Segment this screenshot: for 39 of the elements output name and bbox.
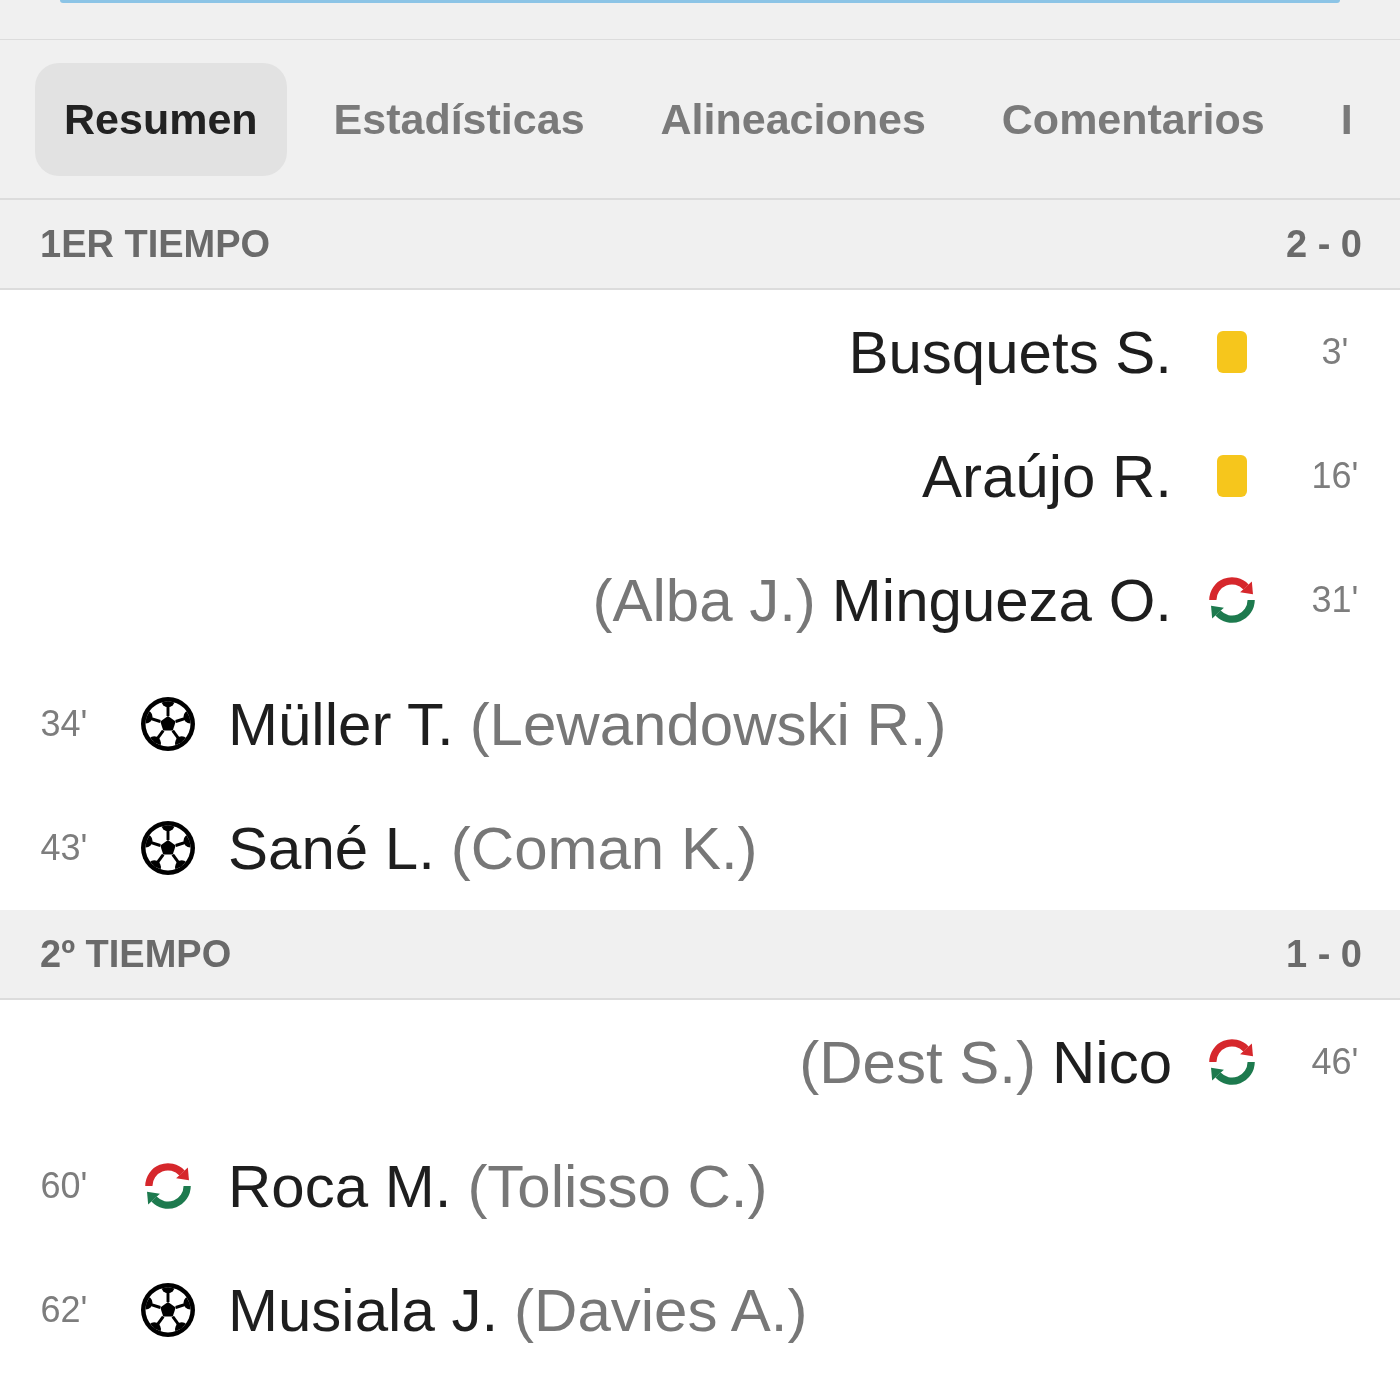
soccer-ball-icon xyxy=(141,1283,195,1337)
period-title: 1ER TIEMPO xyxy=(40,221,271,267)
soccer-ball-icon xyxy=(141,697,195,751)
player-name: Roca M. xyxy=(228,1151,452,1221)
period-score: 2 - 0 xyxy=(1285,221,1362,267)
player-name: Müller T. xyxy=(228,689,454,759)
event-minute: 43' xyxy=(40,830,88,866)
circular-arrows-icon xyxy=(1209,1039,1255,1085)
bracketed-player-name: (Tolisso C.) xyxy=(467,1151,768,1221)
booking-card-icon xyxy=(1217,331,1247,373)
player-name: Sané L. xyxy=(228,813,435,883)
bracketed-player-name: (Coman K.) xyxy=(450,813,758,883)
event-minute: 62' xyxy=(40,1292,88,1328)
tab[interactable]: Estadísticas xyxy=(304,62,614,176)
tab[interactable]: Resumen xyxy=(35,62,287,176)
bracketed-player-name: (Lewandowski R.) xyxy=(469,689,947,759)
period-score: 1 - 0 xyxy=(1285,931,1362,977)
player-name: Mingueza O. xyxy=(831,565,1172,635)
circular-arrows-icon xyxy=(1209,577,1255,623)
tab[interactable]: I xyxy=(1311,62,1361,176)
player-name: Araújo R. xyxy=(921,441,1172,511)
event-minute: 16' xyxy=(1311,458,1359,494)
bracketed-player-name: (Alba J.) xyxy=(592,565,816,635)
tab[interactable]: Alineaciones xyxy=(631,62,955,176)
circular-arrows-icon xyxy=(145,1163,191,1209)
player-name: Nico xyxy=(1051,1027,1172,1097)
period-title: 2º TIEMPO xyxy=(40,931,232,977)
bracketed-player-name: (Davies A.) xyxy=(514,1275,808,1345)
soccer-ball-icon xyxy=(141,821,195,875)
event-minute: 31' xyxy=(1311,582,1359,618)
player-name: Busquets S. xyxy=(848,317,1172,387)
bracketed-player-name: (Dest S.) xyxy=(799,1027,1036,1097)
event-minute: 3' xyxy=(1321,334,1349,370)
event-minute: 46' xyxy=(1311,1044,1359,1080)
player-name: Musiala J. xyxy=(228,1275,499,1345)
booking-card-icon xyxy=(1217,455,1247,497)
tab[interactable]: Comentarios xyxy=(972,62,1294,176)
event-minute: 34' xyxy=(40,706,88,742)
event-minute: 60' xyxy=(40,1168,88,1204)
